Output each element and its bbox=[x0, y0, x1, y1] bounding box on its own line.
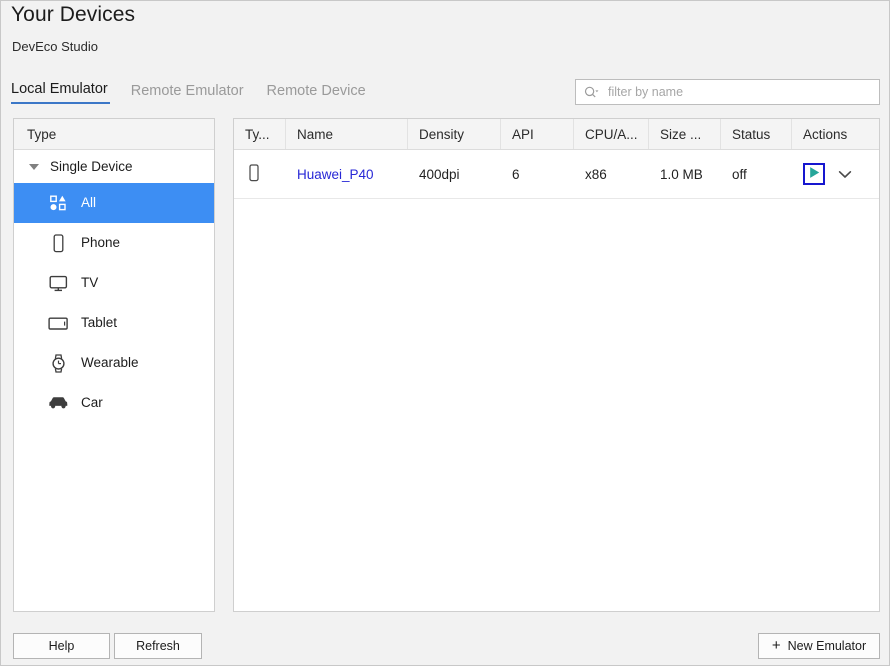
column-header-status[interactable]: Status bbox=[721, 119, 792, 149]
sidebar-item-label: Tablet bbox=[81, 316, 117, 330]
chevron-down-icon bbox=[838, 170, 852, 179]
tab-bar: Local Emulator Remote Emulator Remote De… bbox=[11, 81, 389, 104]
all-devices-icon bbox=[47, 195, 69, 211]
help-button[interactable]: Help bbox=[13, 633, 110, 659]
column-header-name[interactable]: Name bbox=[286, 119, 408, 149]
page-title: Your Devices bbox=[11, 3, 135, 27]
sidebar-item-phone[interactable]: Phone bbox=[14, 223, 214, 263]
sidebar-item-car[interactable]: Car bbox=[14, 383, 214, 423]
tree-node-single-device[interactable]: Single Device bbox=[14, 150, 214, 183]
row-actions-dropdown-button[interactable] bbox=[838, 170, 852, 179]
car-icon bbox=[47, 396, 69, 410]
refresh-button[interactable]: Refresh bbox=[114, 633, 202, 659]
tab-local-emulator[interactable]: Local Emulator bbox=[11, 81, 110, 104]
table-row[interactable]: Huawei_P40 400dpi 6 x86 1.0 MB off bbox=[234, 150, 879, 199]
sidebar-item-tablet[interactable]: Tablet bbox=[14, 303, 214, 343]
page-subtitle: DevEco Studio bbox=[12, 39, 98, 54]
column-header-size[interactable]: Size ... bbox=[649, 119, 721, 149]
cell-api: 6 bbox=[501, 150, 574, 198]
cell-device-type bbox=[234, 150, 286, 198]
chevron-down-icon[interactable] bbox=[29, 164, 39, 170]
sidebar-item-label: Car bbox=[81, 396, 103, 410]
filter-search-box[interactable] bbox=[575, 79, 880, 105]
search-icon[interactable] bbox=[584, 86, 599, 99]
cell-size: 1.0 MB bbox=[649, 150, 721, 198]
your-devices-window: Your Devices DevEco Studio Local Emulato… bbox=[0, 0, 890, 666]
sidebar-item-wearable[interactable]: Wearable bbox=[14, 343, 214, 383]
sidebar-header: Type bbox=[14, 119, 214, 150]
watch-icon bbox=[47, 354, 69, 373]
tab-remote-emulator[interactable]: Remote Emulator bbox=[131, 83, 256, 104]
device-list-panel: Ty... Name Density API CPU/A... Size ...… bbox=[233, 118, 880, 612]
cell-status: off bbox=[721, 150, 792, 198]
sidebar-item-all[interactable]: All bbox=[14, 183, 214, 223]
plus-icon: + bbox=[772, 638, 781, 653]
tv-icon bbox=[47, 275, 69, 292]
sidebar-item-label: TV bbox=[81, 276, 98, 290]
tree-node-label: Single Device bbox=[50, 159, 133, 174]
play-icon bbox=[808, 166, 821, 182]
column-header-api[interactable]: API bbox=[501, 119, 574, 149]
tablet-icon bbox=[47, 316, 69, 331]
device-type-panel: Type Single Device All Phone bbox=[13, 118, 215, 612]
sidebar-item-label: Wearable bbox=[81, 356, 139, 370]
cell-density: 400dpi bbox=[408, 150, 501, 198]
phone-icon bbox=[248, 164, 260, 185]
new-emulator-button[interactable]: + New Emulator bbox=[758, 633, 880, 659]
sidebar-item-label: All bbox=[81, 196, 96, 210]
tab-remote-device[interactable]: Remote Device bbox=[267, 83, 378, 104]
column-header-density[interactable]: Density bbox=[408, 119, 501, 149]
new-emulator-label: New Emulator bbox=[788, 639, 867, 653]
table-header-row: Ty... Name Density API CPU/A... Size ...… bbox=[234, 119, 879, 150]
run-button[interactable] bbox=[803, 163, 825, 185]
search-input[interactable] bbox=[608, 85, 873, 99]
cell-cpu-abi: x86 bbox=[574, 150, 649, 198]
cell-device-name: Huawei_P40 bbox=[286, 150, 408, 198]
phone-icon bbox=[47, 234, 69, 253]
column-header-cpu-abi[interactable]: CPU/A... bbox=[574, 119, 649, 149]
sidebar-item-label: Phone bbox=[81, 236, 120, 250]
device-name-link[interactable]: Huawei_P40 bbox=[297, 167, 374, 182]
column-header-type[interactable]: Ty... bbox=[234, 119, 286, 149]
column-header-actions[interactable]: Actions bbox=[792, 119, 879, 149]
cell-actions bbox=[792, 150, 879, 198]
sidebar-item-tv[interactable]: TV bbox=[14, 263, 214, 303]
